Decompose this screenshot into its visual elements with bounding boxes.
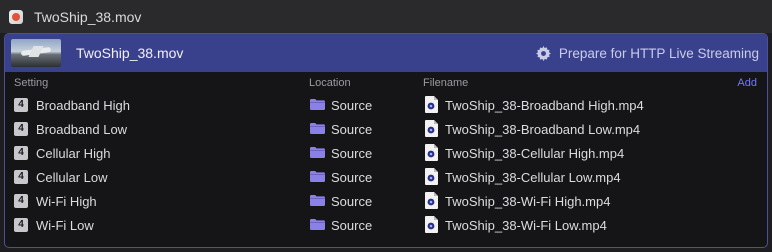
window-title: TwoShip_38.mov [34, 8, 142, 25]
output-row[interactable]: 4 Wi-Fi Low Source TwoShip_38-Wi-Fi Low.… [5, 213, 767, 237]
location-value[interactable]: Source [331, 218, 372, 233]
gear-icon [535, 45, 551, 61]
mp4-file-icon [425, 144, 438, 161]
output-list: 4 Broadband High Source TwoShip_38-Broad… [5, 93, 767, 237]
location-value[interactable]: Source [331, 170, 372, 185]
setting-name: Wi-Fi High [36, 194, 97, 209]
setting-name: Cellular High [36, 146, 111, 161]
output-row[interactable]: 4 Cellular Low Source TwoShip_38-Cellula… [5, 165, 767, 189]
mp4-file-icon [425, 168, 438, 185]
setting-name: Cellular Low [36, 170, 108, 185]
filename-value[interactable]: TwoShip_38-Cellular High.mp4 [445, 146, 624, 161]
column-setting: Setting [14, 76, 49, 89]
setting-name: Broadband Low [36, 122, 128, 137]
mp4-file-icon [425, 192, 438, 209]
output-row[interactable]: 4 Broadband High Source TwoShip_38-Broad… [5, 93, 767, 117]
mp4-badge-icon: 4 [14, 194, 28, 208]
location-value[interactable]: Source [331, 194, 372, 209]
mp4-badge-icon: 4 [14, 146, 28, 160]
window-titlebar: TwoShip_38.mov [0, 0, 772, 33]
preset-info[interactable]: Prepare for HTTP Live Streaming [535, 34, 759, 72]
folder-icon[interactable] [310, 123, 325, 134]
location-value[interactable]: Source [331, 98, 372, 113]
folder-icon[interactable] [310, 171, 325, 182]
mp4-badge-icon: 4 [14, 218, 28, 232]
mp4-badge-icon: 4 [14, 122, 28, 136]
folder-icon[interactable] [310, 195, 325, 206]
mp4-file-icon [425, 120, 438, 137]
mp4-file-icon [425, 96, 438, 113]
job-name: TwoShip_38.mov [76, 45, 184, 61]
filename-value[interactable]: TwoShip_38-Broadband High.mp4 [445, 98, 644, 113]
output-row[interactable]: 4 Wi-Fi High Source TwoShip_38-Wi-Fi Hig… [5, 189, 767, 213]
preset-label: Prepare for HTTP Live Streaming [558, 45, 759, 61]
location-value[interactable]: Source [331, 122, 372, 137]
output-row[interactable]: 4 Cellular High Source TwoShip_38-Cellul… [5, 141, 767, 165]
setting-name: Wi-Fi Low [36, 218, 94, 233]
mp4-badge-icon: 4 [14, 170, 28, 184]
filename-value[interactable]: TwoShip_38-Wi-Fi High.mp4 [445, 194, 610, 209]
folder-icon[interactable] [310, 147, 325, 158]
column-filename: Filename [423, 76, 469, 89]
app-icon [9, 9, 23, 24]
column-header: Setting Location Filename Add [5, 72, 767, 93]
column-location: Location [309, 76, 351, 89]
output-row[interactable]: 4 Broadband Low Source TwoShip_38-Broadb… [5, 117, 767, 141]
add-button[interactable]: Add [737, 77, 757, 89]
folder-icon[interactable] [310, 219, 325, 230]
filename-value[interactable]: TwoShip_38-Broadband Low.mp4 [445, 122, 640, 137]
mp4-badge-icon: 4 [14, 98, 28, 112]
setting-name: Broadband High [36, 98, 130, 113]
folder-icon[interactable] [310, 99, 325, 110]
video-thumbnail [11, 39, 61, 67]
filename-value[interactable]: TwoShip_38-Cellular Low.mp4 [445, 170, 621, 185]
job-header[interactable]: TwoShip_38.mov Prepare for HTTP Live Str… [5, 34, 767, 72]
mp4-file-icon [425, 216, 438, 233]
location-value[interactable]: Source [331, 146, 372, 161]
filename-value[interactable]: TwoShip_38-Wi-Fi Low.mp4 [445, 218, 607, 233]
job-panel: TwoShip_38.mov Prepare for HTTP Live Str… [4, 33, 768, 248]
